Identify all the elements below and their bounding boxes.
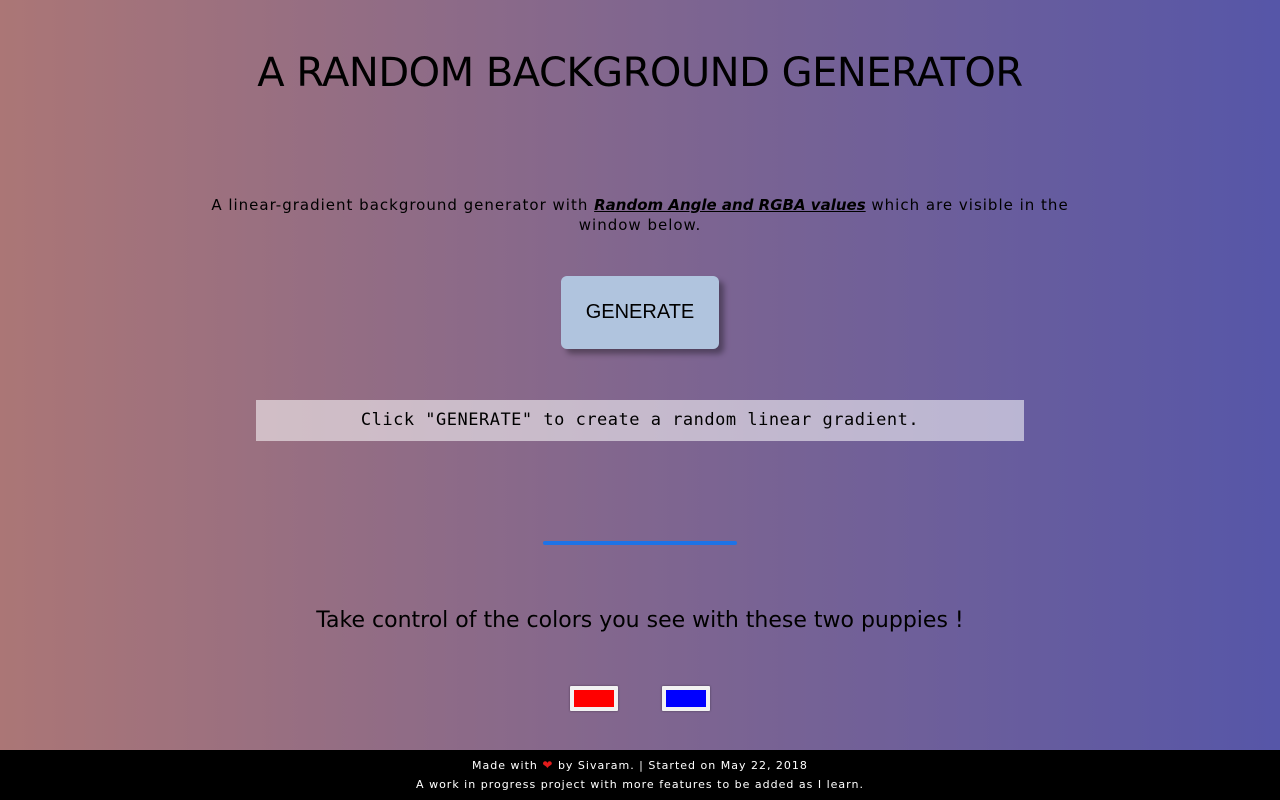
footer: Made with ❤ by Sivaram. | Started on May… — [0, 750, 1280, 800]
generate-button[interactable]: GENERATE — [561, 276, 719, 349]
divider-line — [543, 541, 737, 545]
footer-credit: by Sivaram. | Started on May 22, 2018 — [557, 759, 808, 772]
footer-line-1: Made with ❤ by Sivaram. | Started on May… — [0, 758, 1280, 773]
gradient-background — [0, 0, 1280, 750]
footer-made-with: Made with — [472, 759, 538, 772]
intro-text-before: A linear-gradient background generator w… — [211, 196, 595, 214]
random-values-link[interactable]: Random Angle and RGBA values — [594, 196, 866, 214]
color-control-heading: Take control of the colors you see with … — [316, 608, 964, 633]
page-title: A RANDOM BACKGROUND GENERATOR — [257, 50, 1023, 96]
footer-line-2: A work in progress project with more fea… — [416, 778, 864, 791]
intro-paragraph: A linear-gradient background generator w… — [190, 195, 1090, 235]
gradient-output: Click "GENERATE" to create a random line… — [256, 400, 1024, 441]
color-picker-2[interactable] — [662, 686, 710, 711]
heart-icon: ❤ — [542, 758, 554, 772]
color-picker-1[interactable] — [570, 686, 618, 711]
